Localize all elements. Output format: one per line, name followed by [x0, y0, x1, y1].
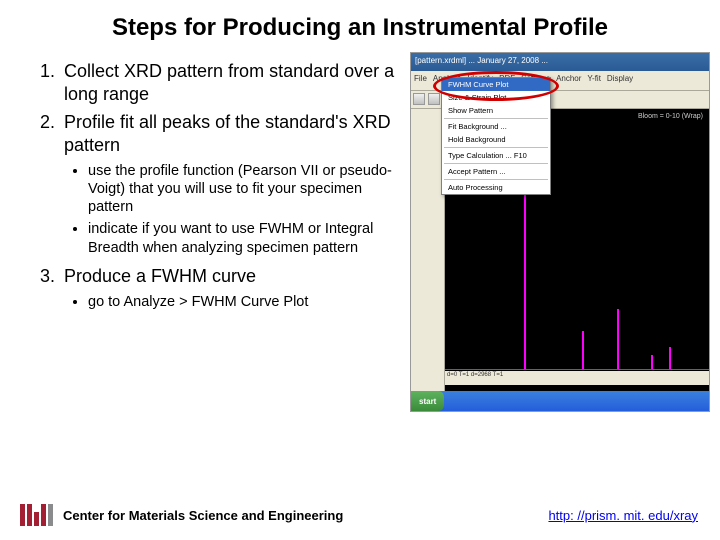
window-titlebar: [pattern.xrdml] ... January 27, 2008 ... — [411, 53, 709, 71]
step-3a: go to Analyze > FWHM Curve Plot — [88, 293, 400, 311]
menu-item-accept[interactable]: Accept Pattern ... — [442, 165, 550, 178]
analyze-dropdown: FWHM Curve Plot Size & Strain Plot... Sh… — [441, 77, 551, 195]
menu-item-type-calc[interactable]: Type Calculation ... F10 — [442, 149, 550, 162]
menu-file[interactable]: File — [414, 74, 427, 87]
menu-anchor[interactable]: Anchor — [556, 74, 581, 87]
xrd-peak — [582, 331, 584, 369]
footer-left: Center for Materials Science and Enginee… — [20, 504, 343, 526]
menu-item-hold-bg[interactable]: Hold Background — [442, 133, 550, 146]
step-3: Produce a FWHM curve go to Analyze > FWH… — [60, 265, 400, 312]
toolbar-icon[interactable] — [428, 93, 440, 105]
menu-display[interactable]: Display — [607, 74, 633, 87]
footer-org: Center for Materials Science and Enginee… — [63, 508, 343, 523]
menu-separator — [444, 163, 548, 164]
menu-separator — [444, 147, 548, 148]
slide-title: Steps for Producing an Instrumental Prof… — [0, 0, 720, 52]
menu-separator — [444, 118, 548, 119]
menu-item-show-pattern[interactable]: Show Pattern — [442, 104, 550, 117]
step-2-text: Profile fit all peaks of the standard's … — [64, 112, 391, 155]
menu-item-fwhm-curve-plot[interactable]: FWHM Curve Plot — [442, 78, 550, 91]
steps-list: Collect XRD pattern from standard over a… — [20, 60, 400, 311]
start-button[interactable]: start — [411, 391, 444, 411]
plot-label: Bloom = 0-10 (Wrap) — [638, 113, 703, 120]
windows-taskbar: start — [411, 391, 709, 411]
mit-logo-icon — [20, 504, 53, 526]
step-2: Profile fit all peaks of the standard's … — [60, 111, 400, 257]
plot-baseline — [445, 369, 709, 370]
footer: Center for Materials Science and Enginee… — [0, 504, 720, 526]
step-3-text: Produce a FWHM curve — [64, 266, 256, 286]
screenshot-column: [pattern.xrdml] ... January 27, 2008 ...… — [410, 52, 710, 412]
step-2b: indicate if you want to use FWHM or Inte… — [88, 220, 400, 256]
software-screenshot: [pattern.xrdml] ... January 27, 2008 ...… — [410, 52, 710, 412]
content-row: Collect XRD pattern from standard over a… — [0, 52, 720, 412]
toolbar-icon[interactable] — [413, 93, 425, 105]
step-2a: use the profile function (Pearson VII or… — [88, 162, 400, 216]
xrd-peak — [651, 355, 653, 369]
step-3-sublist: go to Analyze > FWHM Curve Plot — [64, 293, 400, 311]
menu-item-fit-bg[interactable]: Fit Background ... — [442, 120, 550, 133]
menu-item-size-strain[interactable]: Size & Strain Plot... — [442, 91, 550, 104]
xrd-peak — [617, 309, 619, 369]
menu-separator — [444, 179, 548, 180]
text-column: Collect XRD pattern from standard over a… — [20, 52, 400, 412]
menu-yfit[interactable]: Y-fit — [587, 74, 601, 87]
step-1: Collect XRD pattern from standard over a… — [60, 60, 400, 105]
plot-status-bar: d=0 T=1 d=2968 T=1 — [445, 371, 709, 385]
menu-item-auto[interactable]: Auto Processing — [442, 181, 550, 194]
footer-link[interactable]: http: //prism. mit. edu/xray — [548, 508, 698, 523]
xrd-peak — [669, 347, 671, 369]
sidebar-panel — [411, 109, 445, 391]
step-2-sublist: use the profile function (Pearson VII or… — [64, 162, 400, 257]
